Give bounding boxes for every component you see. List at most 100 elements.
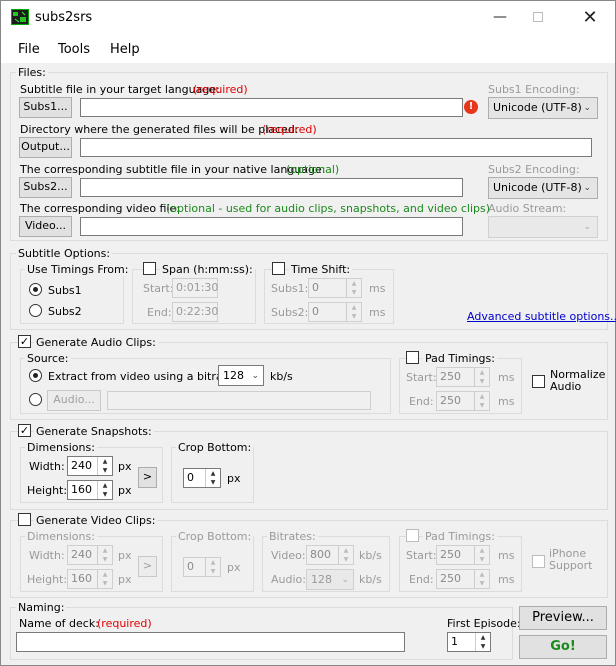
video-pad-start-spinner[interactable]: 250 ▲ ▼	[436, 545, 490, 565]
snap-height-unit: px	[118, 484, 132, 497]
timings-subs2-radio[interactable]	[29, 304, 42, 317]
video-crop-spinner[interactable]: 0 ▲ ▼	[183, 557, 221, 577]
video-pad-end-unit: ms	[498, 573, 515, 586]
app-icon	[11, 9, 29, 25]
video-crop-value: 0	[187, 560, 194, 573]
main-window: subs2srs — ✕ File Tools Help Files: Subt…	[0, 0, 616, 666]
video-pad-legend: Pad Timings:	[423, 530, 497, 543]
menu-help[interactable]: Help	[110, 42, 140, 57]
video-crop-unit: px	[227, 561, 241, 574]
subs2-input[interactable]	[80, 178, 463, 197]
span-end-input[interactable]: 0:22:30	[172, 302, 218, 322]
audio-pad-end-spinner[interactable]: 250 ▲ ▼	[436, 391, 490, 411]
chevron-down-icon: ⌄	[341, 575, 349, 585]
span-end-value: 0:22:30	[176, 305, 219, 318]
audio-clips-checkbox[interactable]: ✓	[18, 335, 31, 348]
subs2-button[interactable]: Subs2...	[19, 177, 72, 198]
audio-file-radio[interactable]	[29, 393, 42, 406]
snap-crop-legend: Crop Bottom:	[176, 441, 254, 454]
span-start-label: Start:	[143, 282, 174, 295]
output-button[interactable]: Output...	[19, 137, 72, 158]
audio-file-button[interactable]: Audio...	[47, 390, 101, 411]
audio-pad-checkbox[interactable]	[406, 351, 419, 364]
video-width-unit: px	[118, 549, 132, 562]
advanced-subtitle-options-link[interactable]: Advanced subtitle options...	[467, 310, 616, 323]
deck-name-required: (required)	[97, 617, 152, 630]
audio-stream-select[interactable]: ⌄	[488, 216, 598, 238]
snapshots-checkbox[interactable]: ✓	[18, 424, 31, 437]
preview-button[interactable]: Preview...	[519, 606, 607, 630]
video-dimension-preset-button[interactable]: >	[138, 556, 157, 577]
menu-tools[interactable]: Tools	[58, 42, 90, 57]
normalize-audio-label: Normalize Audio	[550, 368, 606, 393]
subs2-encoding-value: Unicode (UTF-8)	[493, 181, 582, 194]
video-height-label: Height:	[27, 573, 68, 586]
naming-legend: Naming:	[16, 601, 67, 614]
first-episode-spinner[interactable]: 1 ▲ ▼	[447, 632, 491, 652]
video-input[interactable]	[80, 217, 463, 236]
timings-subs2-label: Subs2	[48, 305, 82, 318]
shift-subs2-value: 0	[312, 305, 319, 318]
audio-pad-start-unit: ms	[498, 371, 515, 384]
subs1-encoding-select[interactable]: Unicode (UTF-8) ⌄	[488, 97, 598, 119]
audio-bitrate-select[interactable]: 128 ⌄	[218, 365, 264, 386]
subs2-label: The corresponding subtitle file in your …	[20, 163, 326, 176]
snap-width-label: Width:	[29, 460, 65, 473]
subs1-encoding-value: Unicode (UTF-8)	[493, 101, 582, 114]
video-audio-bitrate-unit: kb/s	[359, 573, 382, 586]
audio-pad-start-spinner[interactable]: 250 ▲ ▼	[436, 367, 490, 387]
snap-width-spinner[interactable]: 240 ▲ ▼	[67, 456, 113, 476]
audio-source-legend: Source:	[25, 352, 71, 365]
timings-subs1-radio[interactable]	[29, 283, 42, 296]
extract-from-video-radio[interactable]	[29, 369, 42, 382]
video-width-label: Width:	[29, 549, 65, 562]
output-input[interactable]	[80, 138, 592, 157]
span-start-value: 0:01:30	[176, 281, 219, 294]
deck-name-input[interactable]	[16, 632, 405, 652]
iphone-support-checkbox[interactable]	[532, 555, 545, 568]
video-pad-end-spinner[interactable]: 250 ▲ ▼	[436, 569, 490, 589]
span-checkbox[interactable]	[143, 262, 156, 275]
video-clips-checkbox[interactable]	[18, 513, 31, 526]
first-episode-label: First Episode:	[447, 617, 521, 630]
shift-subs1-unit: ms	[369, 282, 386, 295]
audio-pad-legend: Pad Timings:	[423, 352, 497, 365]
audio-pad-end-unit: ms	[498, 395, 515, 408]
bitrates-legend: Bitrates:	[267, 530, 318, 543]
snap-crop-value: 0	[187, 471, 194, 484]
snap-dimension-preset-button[interactable]: >	[138, 467, 157, 488]
audio-file-input[interactable]	[107, 391, 371, 410]
maximize-icon[interactable]	[515, 1, 561, 33]
video-pad-checkbox[interactable]	[406, 529, 419, 542]
chevron-down-icon: ⌄	[583, 103, 591, 113]
snap-dimensions-legend: Dimensions:	[25, 441, 97, 454]
audio-pad-start-label: Start:	[406, 371, 437, 384]
video-bitrate-spinner[interactable]: 800 ▲ ▼	[306, 545, 354, 565]
subs1-button[interactable]: Subs1...	[19, 97, 72, 118]
title-bar: subs2srs — ✕	[1, 1, 615, 33]
shift-subs2-unit: ms	[369, 306, 386, 319]
shift-subs1-spinner[interactable]: 0 ▲ ▼	[308, 278, 362, 298]
menu-file[interactable]: File	[18, 42, 40, 57]
go-button[interactable]: Go!	[519, 635, 607, 659]
video-width-spinner[interactable]: 240 ▲ ▼	[67, 545, 113, 565]
span-start-input[interactable]: 0:01:30	[172, 278, 218, 298]
subs1-input[interactable]	[80, 98, 463, 117]
close-icon[interactable]: ✕	[567, 1, 613, 33]
snap-height-spinner[interactable]: 160 ▲ ▼	[67, 480, 113, 500]
snap-crop-spinner[interactable]: 0 ▲ ▼	[183, 468, 221, 488]
subs2-encoding-label: Subs2 Encoding:	[488, 163, 580, 176]
shift-subs2-spinner[interactable]: 0 ▲ ▼	[308, 302, 362, 322]
video-pad-end-label: End:	[409, 573, 434, 586]
subs2-encoding-select[interactable]: Unicode (UTF-8) ⌄	[488, 177, 598, 199]
video-bitrate-label: Video:	[271, 549, 306, 562]
video-audio-bitrate-select[interactable]: 128 ⌄	[306, 569, 354, 590]
shift-subs2-label: Subs2:	[271, 306, 309, 319]
snap-crop-unit: px	[227, 472, 241, 485]
video-width-value: 240	[71, 548, 92, 561]
video-button[interactable]: Video...	[19, 216, 72, 237]
normalize-audio-checkbox[interactable]	[532, 375, 545, 388]
time-shift-checkbox[interactable]	[272, 262, 285, 275]
audio-pad-end-value: 250	[440, 394, 461, 407]
video-height-spinner[interactable]: 160 ▲ ▼	[67, 569, 113, 589]
